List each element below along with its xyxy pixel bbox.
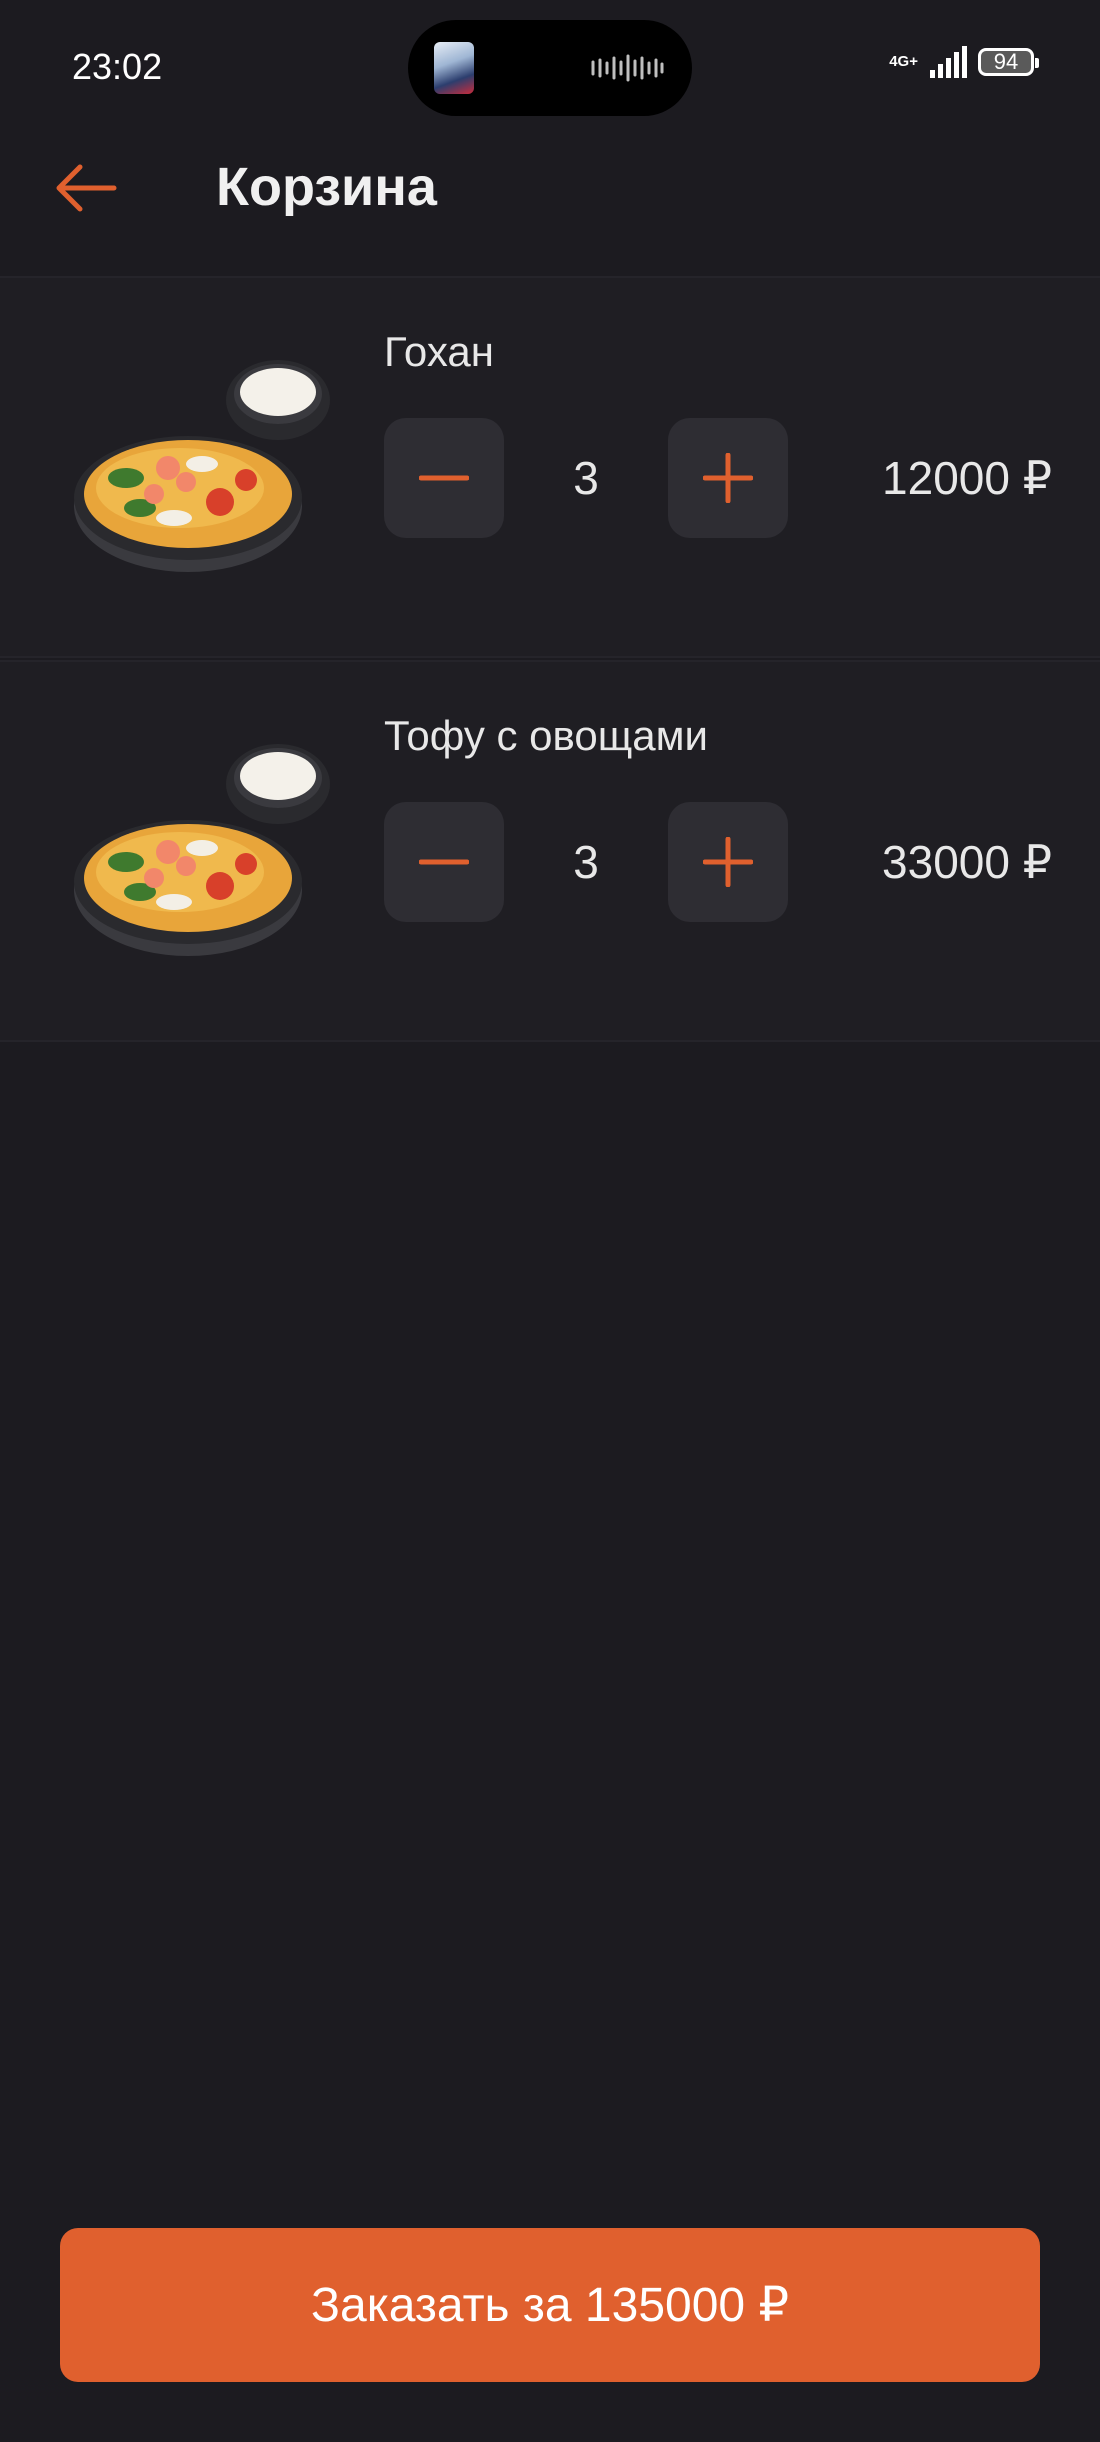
item-price: 33000 ₽ bbox=[882, 836, 1052, 888]
arrow-left-icon bbox=[56, 164, 117, 212]
dish-image bbox=[74, 744, 330, 956]
increase-quantity-button[interactable] bbox=[668, 418, 788, 538]
status-indicators: 4G+ 94 bbox=[889, 46, 1039, 78]
plus-icon bbox=[703, 837, 753, 887]
now-playing-artwork bbox=[434, 42, 474, 94]
cart-item: Тофу с овощами 3 33000 ₽ bbox=[0, 660, 1100, 1042]
quantity-value: 3 bbox=[573, 836, 599, 888]
signal-icon bbox=[930, 46, 967, 78]
status-time: 23:02 bbox=[72, 46, 163, 87]
header: Корзина bbox=[0, 130, 1100, 270]
increase-quantity-button[interactable] bbox=[668, 802, 788, 922]
item-price: 12000 ₽ bbox=[882, 452, 1052, 504]
dish-image bbox=[74, 360, 330, 572]
back-button[interactable] bbox=[48, 150, 124, 226]
decrease-quantity-button[interactable] bbox=[384, 418, 504, 538]
order-button[interactable]: Заказать за 135000 ₽ bbox=[60, 2228, 1040, 2382]
cart-item: Гохан 3 12000 ₽ bbox=[0, 276, 1100, 658]
battery-icon: 94 bbox=[978, 48, 1039, 76]
dish-name: Гохан bbox=[384, 328, 494, 375]
status-bar: 23:02 4G+ 94 bbox=[0, 0, 1100, 130]
network-type: 4G+ bbox=[889, 53, 918, 70]
dish-name: Тофу с овощами bbox=[384, 712, 708, 759]
cart-list: Гохан 3 12000 ₽ Тофу с овощами 3 33000 ₽ bbox=[0, 276, 1100, 1042]
battery-level: 94 bbox=[993, 49, 1019, 74]
audio-waveform-icon bbox=[591, 54, 664, 82]
quantity-value: 3 bbox=[573, 452, 599, 504]
page-title: Корзина bbox=[216, 157, 437, 217]
decrease-quantity-button[interactable] bbox=[384, 802, 504, 922]
dynamic-island bbox=[408, 20, 692, 116]
minus-icon bbox=[419, 475, 469, 481]
minus-icon bbox=[419, 859, 469, 865]
plus-icon bbox=[703, 453, 753, 503]
